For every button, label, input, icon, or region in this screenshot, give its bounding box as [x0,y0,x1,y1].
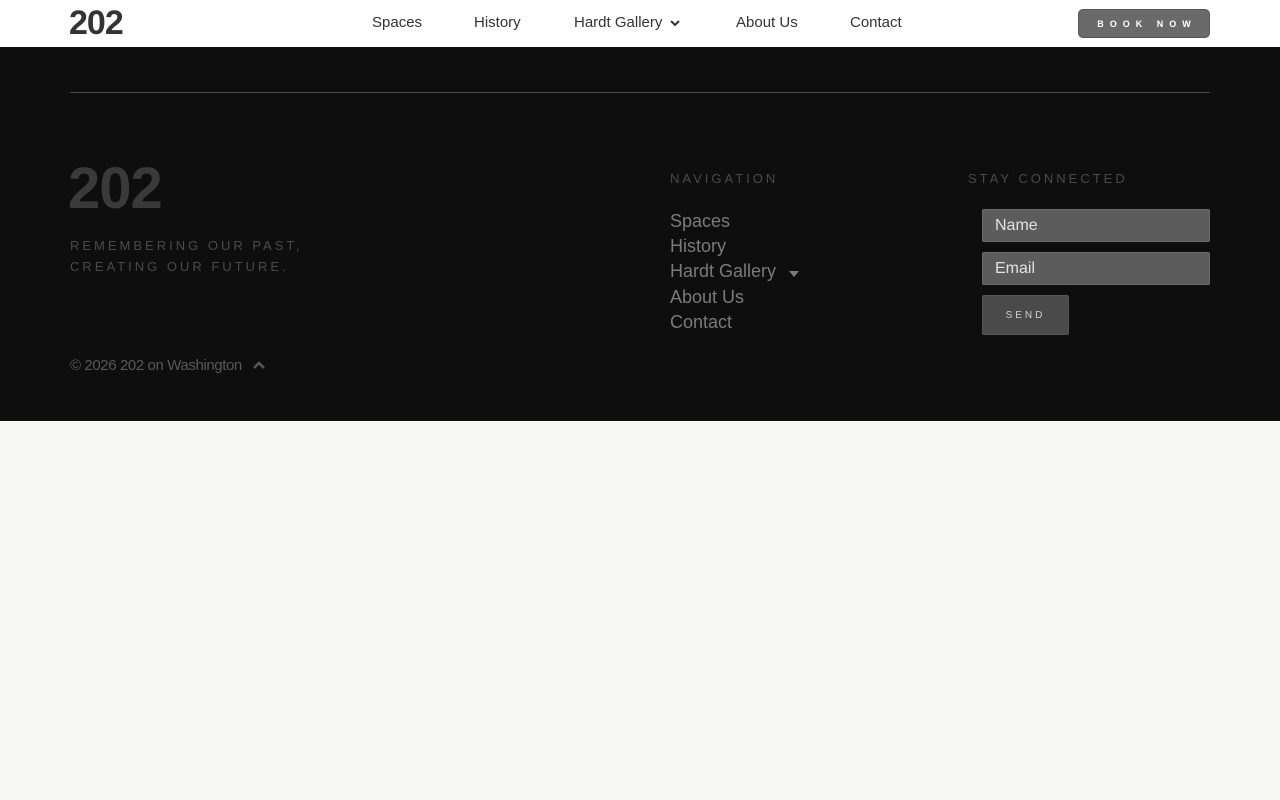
footer-logo: 202 [68,156,163,221]
footer-nav-hardt-gallery-label: Hardt Gallery [670,261,777,281]
footer-nav-spaces[interactable]: Spaces [670,209,800,234]
book-now-button[interactable]: BOOK NOW [1078,9,1210,38]
nav-item-hardt-gallery[interactable]: Hardt Gallery [574,14,681,32]
footer-nav-contact[interactable]: Contact [670,310,800,335]
chevron-up-icon[interactable] [252,357,266,375]
footer-nav-hardt-gallery[interactable]: Hardt Gallery [670,259,800,285]
nav-item-hardt-gallery-label: Hardt Gallery [574,14,663,31]
page-background [0,421,1280,800]
nav-item-contact[interactable]: Contact [850,14,902,32]
stay-connected-title: STAY CONNECTED [968,171,1128,186]
nav-item-history[interactable]: History [474,14,521,32]
copyright: © 2026 202 on Washington [70,357,266,375]
nav-item-about-us[interactable]: About Us [736,14,798,32]
send-button[interactable]: SEND [982,295,1069,335]
footer-navigation-title: NAVIGATION [670,171,779,186]
nav-item-spaces[interactable]: Spaces [372,14,422,32]
caret-down-icon[interactable] [788,260,800,285]
copyright-text: © 2026 202 on Washington [70,357,242,374]
email-field[interactable] [982,252,1210,285]
tagline-line-2: CREATING OUR FUTURE. [70,259,289,274]
tagline-line-1: REMEMBERING OUR PAST, [70,238,303,253]
name-field[interactable] [982,209,1210,242]
site-footer: 202 REMEMBERING OUR PAST, CREATING OUR F… [0,47,1280,421]
footer-nav-history[interactable]: History [670,234,800,259]
footer-nav-about-us[interactable]: About Us [670,285,800,310]
site-header: 202 Spaces History Hardt Gallery About U… [0,0,1280,47]
chevron-down-icon[interactable] [670,14,681,32]
footer-nav-list: Spaces History Hardt Gallery About Us Co… [670,209,800,335]
footer-divider [70,92,1210,93]
footer-tagline: REMEMBERING OUR PAST, CREATING OUR FUTUR… [70,235,303,277]
